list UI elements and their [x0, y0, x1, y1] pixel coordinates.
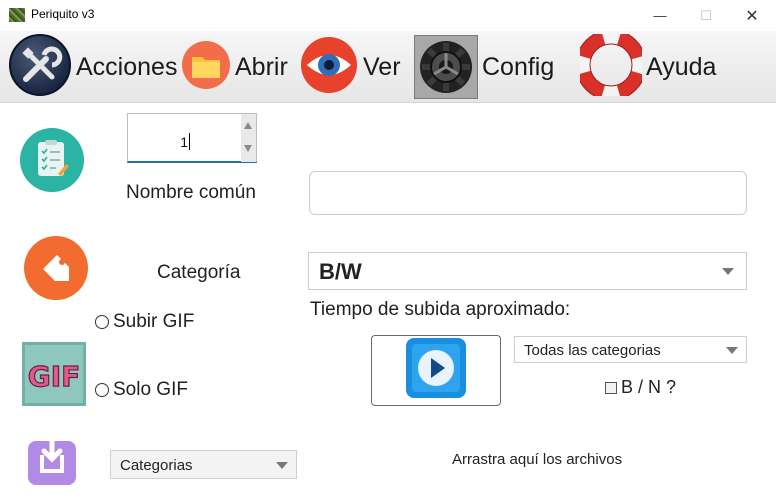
minimize-button[interactable]: —: [637, 0, 683, 31]
chevron-down-icon: [726, 347, 738, 354]
radio-circle-icon: [95, 383, 109, 397]
toolbar-ver-label: Ver: [363, 52, 401, 81]
solo-gif-label: Solo GIF: [113, 379, 188, 400]
radio-circle-icon: [95, 315, 109, 329]
toolbar-config-label: Config: [482, 52, 555, 81]
number-spinner[interactable]: 1: [127, 113, 257, 163]
checklist-icon: [20, 128, 84, 192]
gif-logo-icon: GIF: [22, 342, 86, 406]
lifebuoy-icon: [575, 29, 647, 101]
download-icon: [26, 424, 90, 489]
subir-gif-radio[interactable]: Subir GIF: [95, 311, 194, 333]
toolbar-acciones-label: Acciones: [76, 52, 178, 81]
gif-logo-text: GIF: [28, 360, 81, 393]
tag-icon: [24, 236, 88, 300]
drop-zone-label: Arrastra aquí los archivos: [452, 451, 623, 468]
tools-icon: [8, 33, 72, 102]
maximize-button[interactable]: ☐: [683, 0, 729, 31]
toolbar-config-button[interactable]: Config: [414, 31, 554, 103]
play-icon: [404, 336, 468, 405]
bn-checkbox[interactable]: B / N ?: [605, 377, 676, 398]
text-caret: [189, 133, 190, 150]
solo-gif-radio[interactable]: Solo GIF: [95, 379, 188, 401]
bn-label: B / N ?: [621, 377, 677, 397]
folder-icon: [181, 40, 231, 95]
chevron-down-icon: [722, 268, 734, 275]
window-title: Periquito v3: [31, 7, 95, 21]
nombre-comun-label: Nombre común: [126, 182, 256, 203]
todas-categorias-select[interactable]: Todas las categorias: [514, 336, 747, 363]
gear-icon: [414, 35, 478, 99]
categoria-select[interactable]: B/W: [308, 252, 747, 290]
categorias-select[interactable]: Categorias: [110, 450, 297, 479]
categoria-label: Categoría: [157, 262, 241, 283]
toolbar-acciones-button[interactable]: Acciones: [8, 31, 177, 103]
categoria-select-value: B/W: [319, 259, 362, 284]
eye-icon: [299, 35, 359, 100]
app-icon: [9, 8, 25, 22]
spin-down-arrow-icon[interactable]: [244, 145, 252, 152]
tiempo-subida-label: Tiempo de subida aproximado:: [310, 299, 571, 320]
spinner-buttons: [241, 114, 256, 162]
toolbar-abrir-button[interactable]: Abrir: [181, 31, 288, 103]
toolbar-ayuda-button[interactable]: Ayuda: [575, 29, 717, 103]
play-button[interactable]: [371, 335, 501, 406]
spin-up-arrow-icon[interactable]: [244, 122, 252, 129]
toolbar-ayuda-label: Ayuda: [646, 52, 717, 81]
toolbar-abrir-label: Abrir: [235, 52, 288, 81]
categorias-select-value: Categorias: [120, 457, 193, 474]
checkbox-box-icon: [605, 381, 617, 394]
toolbar-ver-button[interactable]: Ver: [299, 31, 401, 103]
subir-gif-label: Subir GIF: [113, 311, 195, 332]
spinner-value: 1: [180, 134, 188, 150]
todas-categorias-value: Todas las categorias: [524, 342, 661, 359]
close-button[interactable]: ✕: [729, 0, 775, 31]
nombre-comun-input[interactable]: [309, 171, 747, 215]
chevron-down-icon: [276, 462, 288, 469]
